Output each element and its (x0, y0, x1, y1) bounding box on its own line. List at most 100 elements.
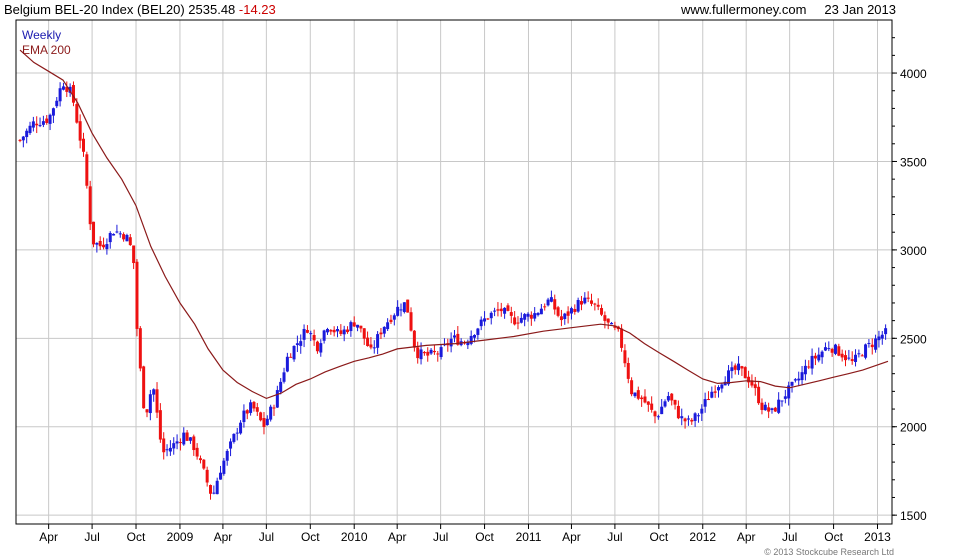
legend-weekly: Weekly (22, 28, 62, 42)
plot-area (16, 20, 892, 524)
candle-body (496, 309, 500, 311)
candle-body (636, 390, 640, 399)
candle-body (703, 399, 707, 407)
x-tick-label: Jul (433, 530, 448, 544)
candle-body (202, 459, 206, 469)
x-tick-label: Oct (824, 530, 843, 544)
candle-body (566, 311, 570, 316)
candle-body (800, 372, 804, 381)
candle-body (255, 407, 259, 412)
x-tick-label: Jul (84, 530, 99, 544)
candle-body (192, 436, 196, 451)
candle-body (633, 392, 637, 397)
candle-body (432, 350, 436, 353)
candle-body (285, 356, 289, 372)
x-tick-label: 2009 (167, 530, 194, 544)
candle-body (175, 441, 179, 444)
candle-body (35, 123, 39, 126)
candle-body (847, 357, 851, 359)
candle-body (519, 317, 523, 323)
candle-body (198, 458, 202, 461)
candle-body (205, 469, 209, 483)
candle-body (509, 312, 513, 316)
candle-body (61, 86, 65, 90)
candle-body (275, 390, 279, 408)
candle-body (837, 346, 841, 356)
candle-body (770, 408, 774, 411)
candle-body (332, 329, 336, 333)
candle-body (676, 405, 680, 419)
candle-body (606, 318, 610, 323)
x-tick-label: Oct (127, 530, 146, 544)
candle-body (92, 221, 96, 245)
candle-body (710, 391, 714, 398)
candle-body (536, 313, 540, 316)
candle-body (603, 315, 607, 321)
candle-body (376, 334, 380, 348)
candle-body (55, 100, 59, 107)
candle-body (349, 322, 353, 332)
candle-body (295, 343, 299, 346)
candle-body (857, 353, 861, 355)
candle-body (269, 406, 273, 420)
candle-body (817, 354, 821, 361)
candle-body (419, 349, 423, 360)
candle-body (543, 306, 547, 308)
candle-body (576, 299, 580, 312)
candle-body (336, 329, 340, 332)
candle-body (185, 432, 189, 441)
candle-body (733, 365, 737, 370)
candle-body (122, 234, 126, 240)
candle-body (229, 441, 233, 449)
x-tick-label: 2012 (689, 530, 716, 544)
candle-body (646, 401, 650, 405)
candle-body (279, 381, 283, 392)
candle-body (158, 410, 162, 440)
candle-body (690, 419, 694, 422)
candle-body (312, 335, 316, 341)
x-tick-label: Apr (562, 530, 581, 544)
candle-body (870, 344, 874, 348)
candle-body (673, 399, 677, 405)
candle-body (820, 351, 824, 358)
candle-body (342, 329, 346, 335)
candle-body (823, 347, 827, 351)
candle-body (402, 302, 406, 313)
candle-body (630, 380, 634, 395)
legend-ema: EMA 200 (22, 43, 71, 57)
candle-body (105, 244, 109, 250)
candle-body (830, 348, 834, 353)
x-tick-label: 2011 (516, 530, 542, 544)
candle-body (145, 409, 149, 413)
chart-legend: Weekly EMA 200 (22, 28, 71, 58)
candle-body (700, 408, 704, 414)
candle-body (379, 332, 383, 335)
candle-body (586, 297, 590, 299)
x-tick-label: 2013 (864, 530, 891, 544)
x-tick-label: 2010 (341, 530, 368, 544)
candle-body (366, 337, 370, 347)
candle-body (142, 366, 146, 409)
candle-body (583, 297, 587, 304)
candle-body (299, 341, 303, 346)
candle-body (38, 125, 42, 127)
candle-body (272, 407, 276, 409)
x-tick-label: Oct (649, 530, 668, 544)
candle-body (489, 312, 493, 319)
candle-body (252, 401, 256, 409)
candle-body (128, 237, 132, 246)
candle-body (25, 130, 29, 138)
candle-body (369, 344, 373, 348)
candle-body (579, 301, 583, 305)
candle-body (516, 322, 520, 324)
candle-body (569, 308, 573, 314)
candle-body (783, 396, 787, 399)
candle-body (322, 330, 326, 341)
candle-body (399, 309, 403, 311)
candle-body (232, 433, 236, 442)
candle-body (439, 347, 443, 358)
x-tick-label: Apr (388, 530, 407, 544)
candle-body (389, 319, 393, 323)
candle-body (867, 343, 871, 345)
candle-body (827, 348, 831, 350)
